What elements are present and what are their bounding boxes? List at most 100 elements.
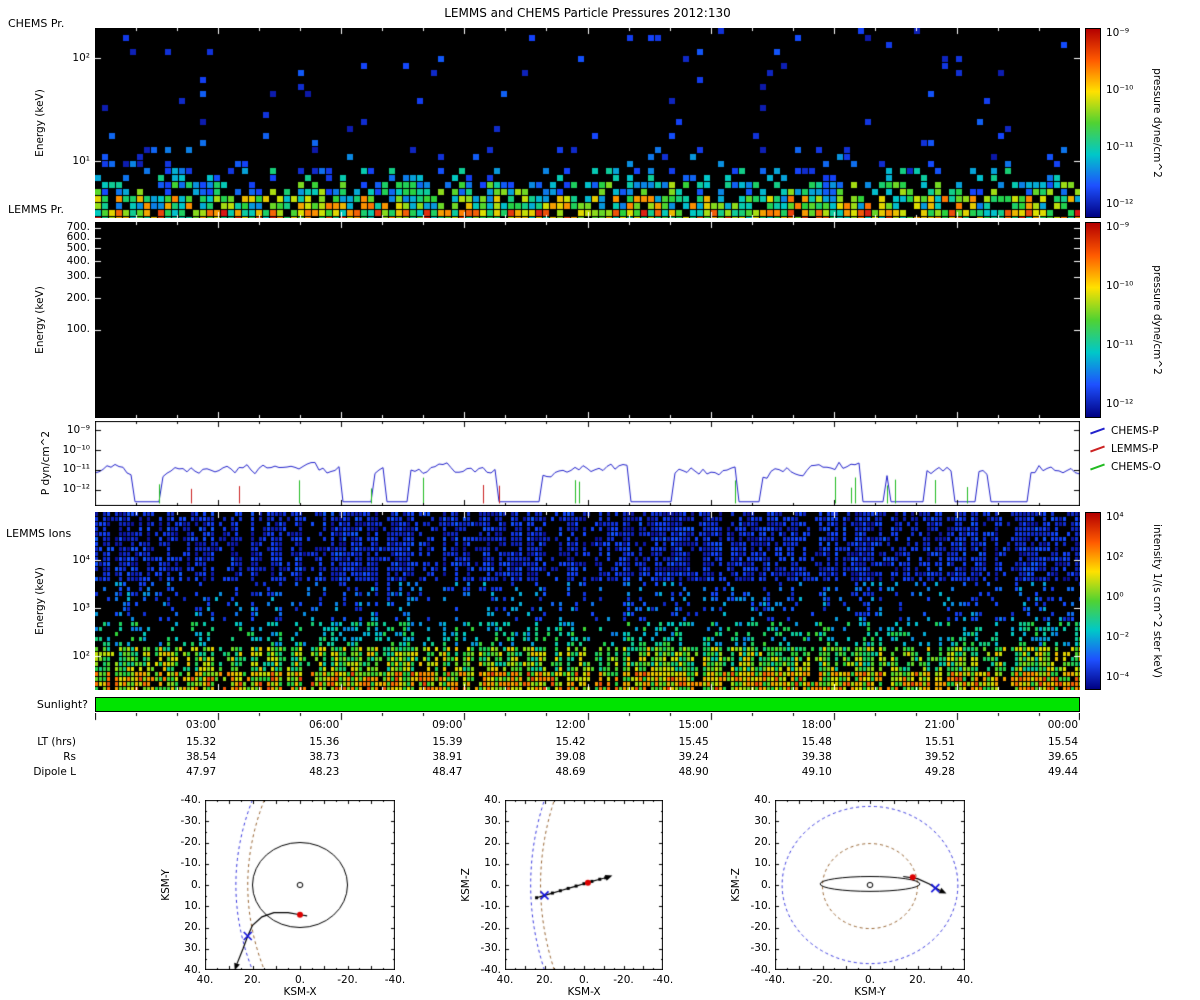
orbit-y-tick-label: 0. <box>760 878 771 891</box>
particle-pressure-summary-plot: LEMMS and CHEMS Particle Pressures 2012:… <box>0 0 1200 1000</box>
orbit-y-tick-label: 30. <box>754 814 771 827</box>
colorbar-tick-label: 10⁻² <box>1106 630 1130 643</box>
legend-item-chems-o: CHEMS-O <box>1090 460 1161 476</box>
orbit-y-tick-label: 10. <box>484 857 501 870</box>
orbit-y-tick-label: 0. <box>490 878 501 891</box>
orbit-y-tick-label: -20. <box>750 921 772 933</box>
colorbar-title-pressure-1: pressure dyne/cm^2 <box>1151 68 1163 178</box>
panel-label-lemms: LEMMS Pr. <box>8 203 64 216</box>
ephemeris-value: 38.91 <box>432 751 463 763</box>
orbit-y-tick-label: -10. <box>180 857 202 870</box>
intensity-colorbar <box>1085 512 1101 690</box>
ephemeris-value: 15.39 <box>432 736 463 748</box>
orbit-y-tick-label: 30. <box>484 814 501 827</box>
ephemeris-value: 48.23 <box>309 766 340 778</box>
orbit-x-tick-label: 0. <box>294 974 306 986</box>
colorbar-tick-label: 10⁴ <box>1106 510 1124 523</box>
colorbar-title-pressure-2: pressure dyne/cm^2 <box>1151 265 1163 375</box>
colorbar-tick-label: 10⁻¹¹ <box>1106 338 1134 351</box>
pressure-colorbar-1 <box>1085 28 1101 218</box>
pressure-colorbar-2 <box>1085 222 1101 418</box>
orbit-y-tick-label: 40. <box>754 793 771 806</box>
orbit-x-tick-label: -40. <box>384 974 406 986</box>
orbit-y-tick-label: -10. <box>480 899 502 912</box>
chems-pressure-spectrogram <box>95 28 1080 218</box>
colorbar-tick-label: 10⁻⁹ <box>1106 27 1130 40</box>
orbit-plot-ksmx-ksmz <box>505 800 663 970</box>
orbit-y-tick-label: 10. <box>754 857 771 870</box>
orbit-yz-x-axis-title: KSM-Y <box>854 986 886 998</box>
y-tick-label: 200. <box>66 291 90 304</box>
legend-label: CHEMS-O <box>1111 461 1161 473</box>
ephemeris-value: 39.08 <box>555 751 586 763</box>
chems-o-line-swatch <box>1090 463 1105 471</box>
orbit-x-tick-label: 20. <box>244 974 261 986</box>
orbit-x-tick-label: 0. <box>578 974 590 986</box>
orbit-x-tick-label: 40. <box>956 974 974 986</box>
orbit-y-tick-label: 10. <box>184 899 201 912</box>
ephemeris-value: 49.44 <box>1047 766 1078 778</box>
orbit-y-tick-label: -20. <box>480 921 502 933</box>
legend-item-lemms-p: LEMMS-P <box>1090 442 1158 458</box>
orbit-y-tick-label: -30. <box>180 814 202 827</box>
orbit-y-tick-label: -30. <box>750 942 772 955</box>
ephemeris-row-label-dipole-l: Dipole L <box>33 766 76 778</box>
lemms-p-line-swatch <box>1090 445 1105 453</box>
ephemeris-value: 48.69 <box>555 766 586 778</box>
colorbar-tick-label: 10⁰ <box>1106 590 1124 603</box>
ephemeris-value: 15.45 <box>678 736 709 748</box>
time-tick-label: 09:00 <box>432 719 463 731</box>
colorbar-tick-label: 10⁻¹² <box>1106 198 1134 211</box>
colorbar-tick-label: 10⁻⁹ <box>1106 221 1130 234</box>
time-tick-label: 21:00 <box>924 719 955 731</box>
colorbar-tick-label: 10⁻¹¹ <box>1106 141 1134 154</box>
orbit-y-tick-label: -10. <box>750 899 772 912</box>
orbit-x-tick-label: 40. <box>196 974 214 986</box>
colorbar-tick-label: 10⁻¹² <box>1106 397 1134 410</box>
ephemeris-row-label-rs: Rs <box>63 751 76 763</box>
orbit-y-tick-label: 30. <box>184 942 201 955</box>
orbit-x-tick-label: 20. <box>536 974 553 986</box>
y-axis-title-energy-chems: Energy (keV) <box>34 89 46 157</box>
ephemeris-value: 15.54 <box>1047 736 1078 748</box>
orbit-y-tick-label: 40. <box>484 793 501 806</box>
orbit-plot-ksmx-ksmy <box>205 800 395 970</box>
legend-item-chems-p: CHEMS-P <box>1090 424 1159 440</box>
ephemeris-value: 15.42 <box>555 736 586 748</box>
orbit-y-tick-label: 20. <box>484 836 501 848</box>
time-tick-label: 00:00 <box>1047 719 1078 731</box>
page-title: LEMMS and CHEMS Particle Pressures 2012:… <box>444 6 731 20</box>
ephemeris-value: 47.97 <box>186 766 217 778</box>
legend-label: LEMMS-P <box>1111 443 1159 455</box>
orbit-y-tick-label: -30. <box>480 942 502 955</box>
ephemeris-value: 49.28 <box>924 766 955 778</box>
legend-label: CHEMS-P <box>1111 425 1159 437</box>
lemms-pressure-spectrogram <box>95 222 1080 418</box>
ephemeris-value: 49.10 <box>801 766 832 778</box>
orbit-x-tick-label: 40. <box>496 974 514 986</box>
ephemeris-value: 15.36 <box>309 736 340 748</box>
y-tick-label: 100. <box>66 323 90 336</box>
time-tick-label: 06:00 <box>308 719 340 731</box>
y-tick-label: 10³ <box>72 601 90 614</box>
y-tick-label: 10² <box>72 649 90 662</box>
y-tick-label: 10² <box>72 51 90 64</box>
y-tick-label: 10¹ <box>72 154 90 167</box>
colorbar-tick-label: 10⁻¹⁰ <box>1106 84 1134 97</box>
pressure-line-plot <box>95 421 1080 506</box>
ephemeris-row-label-lt: LT (hrs) <box>37 736 76 748</box>
colorbar-tick-label: 10² <box>1106 550 1124 563</box>
ephemeris-value: 39.24 <box>678 751 709 763</box>
sunlight-status-bar <box>95 697 1080 712</box>
y-tick-label: 10⁻⁹ <box>66 423 90 436</box>
orbit-x-tick-label: -20. <box>613 974 634 986</box>
panel-label-sunlight: Sunlight? <box>36 698 88 711</box>
ephemeris-value: 48.47 <box>432 766 463 778</box>
ephemeris-value: 15.48 <box>801 736 832 748</box>
orbit-x-tick-label: 20. <box>909 974 926 986</box>
ephemeris-value: 39.38 <box>801 751 832 763</box>
time-tick-label: 12:00 <box>555 719 586 731</box>
time-tick-label: 18:00 <box>801 719 832 731</box>
ephemeris-value: 39.52 <box>924 751 955 763</box>
time-tick-label: 03:00 <box>185 719 217 731</box>
